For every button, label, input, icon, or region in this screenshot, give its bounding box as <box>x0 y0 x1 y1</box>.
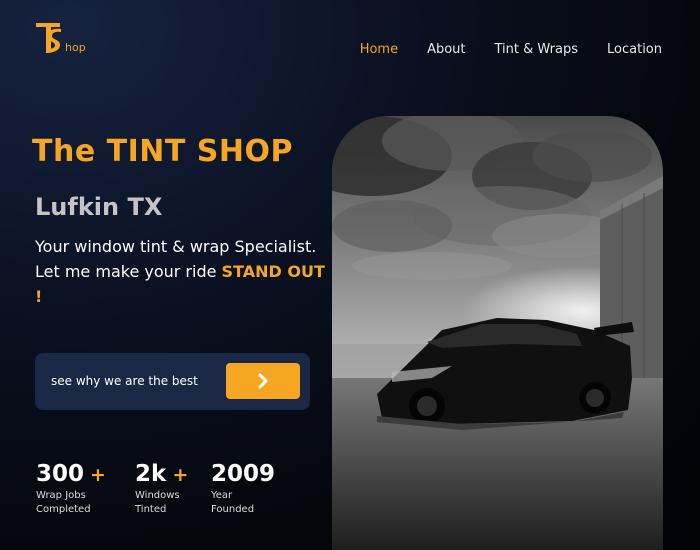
stat-year-founded: 2009 Year Founded <box>211 461 275 517</box>
logo-text: hop <box>65 41 86 54</box>
stat-value: 2k <box>135 461 167 487</box>
city-subtitle: Lufkin TX <box>35 193 163 221</box>
sports-car-photo <box>332 116 663 550</box>
hero-image <box>332 116 663 550</box>
nav-home[interactable]: Home <box>360 42 398 57</box>
nav-about[interactable]: About <box>427 42 465 57</box>
cta-text: see why we are the best <box>51 374 198 388</box>
nav-tint-wraps[interactable]: Tint & Wraps <box>495 42 579 57</box>
logo-mark-icon <box>36 23 61 53</box>
stat-windows-tinted: 2k + Windows Tinted <box>135 461 188 517</box>
chevron-right-icon <box>258 373 268 389</box>
tagline: Your window tint & wrap Specialist. Let … <box>35 234 325 309</box>
stat-wrap-jobs: 300 + Wrap Jobs Completed <box>36 461 106 517</box>
page-title: The TINT SHOP <box>32 134 293 169</box>
stat-plus: + <box>90 464 106 486</box>
nav-location[interactable]: Location <box>607 42 662 57</box>
logo[interactable]: hop <box>34 20 86 56</box>
cta-card: see why we are the best <box>35 353 310 410</box>
stat-value: 2009 <box>211 461 276 487</box>
stat-label: Wrap Jobs Completed <box>36 490 91 515</box>
stat-label: Year Founded <box>211 490 255 515</box>
main-nav: Home About Tint & Wraps Location <box>360 42 662 57</box>
stat-label: Windows Tinted <box>135 490 180 515</box>
stat-plus: + <box>172 464 189 486</box>
cta-arrow-button[interactable] <box>226 363 300 399</box>
stat-value: 300 <box>36 461 85 487</box>
